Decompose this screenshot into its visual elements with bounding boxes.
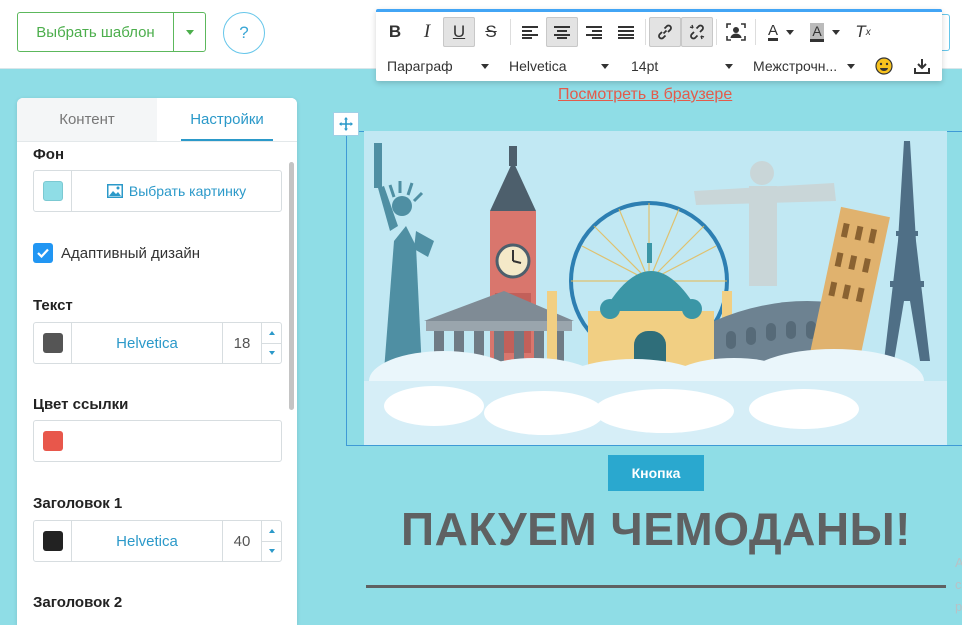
clipped-char: с	[955, 577, 962, 592]
heading1-color-picker[interactable]	[34, 521, 72, 561]
emoji-button[interactable]	[875, 55, 893, 77]
background-color-picker[interactable]	[34, 171, 72, 211]
checkbox-checked[interactable]	[33, 243, 53, 263]
clipped-char: А	[955, 555, 962, 570]
template-dropdown-toggle[interactable]	[173, 13, 205, 51]
scrollbar-thumb[interactable]	[289, 162, 294, 410]
chevron-down-icon	[725, 64, 733, 69]
rich-text-toolbar: B I U S A A T x Параграф Helvetica 14pt …	[376, 9, 942, 81]
line-height-select[interactable]: Межстрочн...	[753, 55, 855, 77]
portrait-image-icon	[726, 23, 746, 41]
increment-button[interactable]	[262, 521, 281, 541]
heading1-section-title: Заголовок 1	[33, 495, 123, 512]
heading1-style-field: Helvetica 40	[33, 520, 282, 562]
clipped-side-text: А с р	[955, 552, 962, 618]
align-center-icon	[554, 26, 570, 39]
adaptive-design-checkbox[interactable]: Адаптивный дизайн	[33, 243, 200, 263]
text-size-stepper	[261, 323, 281, 363]
settings-panel: Контент Настройки Фон Выбрать картинку А…	[17, 98, 297, 625]
toolbar-separator	[716, 19, 717, 45]
heading1-size-stepper	[261, 521, 281, 561]
align-justify-icon	[618, 26, 634, 39]
chevron-up-icon	[268, 330, 275, 335]
text-style-field: Helvetica 18	[33, 322, 282, 364]
insert-image-button[interactable]	[720, 17, 752, 47]
text-size-input[interactable]: 18	[223, 323, 261, 363]
align-justify-button[interactable]	[610, 17, 642, 47]
align-left-icon	[522, 26, 538, 39]
download-icon	[914, 59, 930, 74]
chevron-down-icon	[185, 29, 194, 35]
view-in-browser-link[interactable]: Посмотреть в браузере	[558, 86, 732, 104]
color-swatch	[42, 181, 63, 201]
toolbar-separator	[510, 19, 511, 45]
font-family-select[interactable]: Helvetica	[509, 55, 609, 77]
tab-settings[interactable]: Настройки	[157, 98, 297, 141]
emoji-icon	[875, 57, 893, 75]
template-button-group: Выбрать шаблон	[17, 12, 206, 52]
chevron-down-icon	[601, 64, 609, 69]
email-divider	[366, 585, 946, 588]
link-color-section-title: Цвет ссылки	[33, 396, 129, 413]
image-icon	[106, 184, 123, 198]
background-color-button[interactable]: A	[803, 17, 847, 47]
help-button[interactable]: ?	[223, 12, 265, 54]
heading1-font-select[interactable]: Helvetica	[72, 521, 223, 561]
insert-link-button[interactable]	[649, 17, 681, 47]
underline-button[interactable]: U	[443, 17, 475, 47]
color-swatch	[42, 333, 63, 353]
choose-image-button[interactable]: Выбрать картинку	[72, 171, 281, 211]
link-color-field	[33, 420, 282, 462]
paragraph-format-select[interactable]: Параграф	[387, 55, 489, 77]
decrement-button[interactable]	[262, 540, 281, 562]
move-arrows-icon	[339, 117, 353, 131]
chevron-down-icon	[268, 351, 275, 356]
color-swatch	[43, 431, 63, 451]
italic-button[interactable]: I	[411, 17, 443, 47]
email-cta-button[interactable]: Кнопка	[608, 455, 704, 491]
text-font-select[interactable]: Helvetica	[72, 323, 223, 363]
heading1-size-input[interactable]: 40	[223, 521, 261, 561]
text-color-picker[interactable]	[34, 323, 72, 363]
chevron-down-icon	[268, 549, 275, 554]
download-button[interactable]	[913, 55, 931, 77]
check-icon	[37, 248, 49, 258]
toolbar-separator	[645, 19, 646, 45]
color-swatch	[42, 531, 63, 551]
clipped-char: р	[955, 599, 962, 614]
adaptive-design-label: Адаптивный дизайн	[61, 244, 201, 262]
link-icon	[658, 24, 672, 40]
bold-button[interactable]: B	[379, 17, 411, 47]
unlink-button[interactable]	[681, 17, 713, 47]
panel-scrollbar[interactable]	[287, 158, 295, 618]
email-headline[interactable]: ПАКУЕМ ЧЕМОДАНЫ!	[366, 502, 946, 556]
decrement-button[interactable]	[262, 342, 281, 364]
align-center-button[interactable]	[546, 17, 578, 47]
panel-tabs: Контент Настройки	[17, 98, 297, 142]
heading2-section-title: Заголовок 2	[33, 594, 123, 611]
chevron-down-icon	[847, 64, 855, 69]
move-block-handle[interactable]	[333, 112, 359, 136]
align-right-icon	[586, 26, 602, 39]
background-field: Выбрать картинку	[33, 170, 282, 212]
choose-image-label: Выбрать картинку	[128, 183, 247, 199]
link-color-picker[interactable]	[34, 421, 72, 461]
background-section-title: Фон	[33, 146, 65, 163]
tab-content[interactable]: Контент	[17, 98, 157, 141]
align-left-button[interactable]	[514, 17, 546, 47]
text-section-title: Текст	[33, 297, 73, 314]
toolbar-separator	[755, 19, 756, 45]
choose-template-button[interactable]: Выбрать шаблон	[18, 13, 173, 51]
font-size-select[interactable]: 14pt	[631, 55, 733, 77]
strikethrough-button[interactable]: S	[475, 17, 507, 47]
unlink-icon	[689, 24, 705, 40]
align-right-button[interactable]	[578, 17, 610, 47]
chevron-up-icon	[268, 528, 275, 533]
travel-landmarks-illustration	[364, 131, 947, 445]
increment-button[interactable]	[262, 323, 281, 343]
clear-formatting-button[interactable]: Tx	[847, 17, 879, 47]
chevron-down-icon	[481, 64, 489, 69]
text-color-button[interactable]: A	[759, 17, 803, 47]
